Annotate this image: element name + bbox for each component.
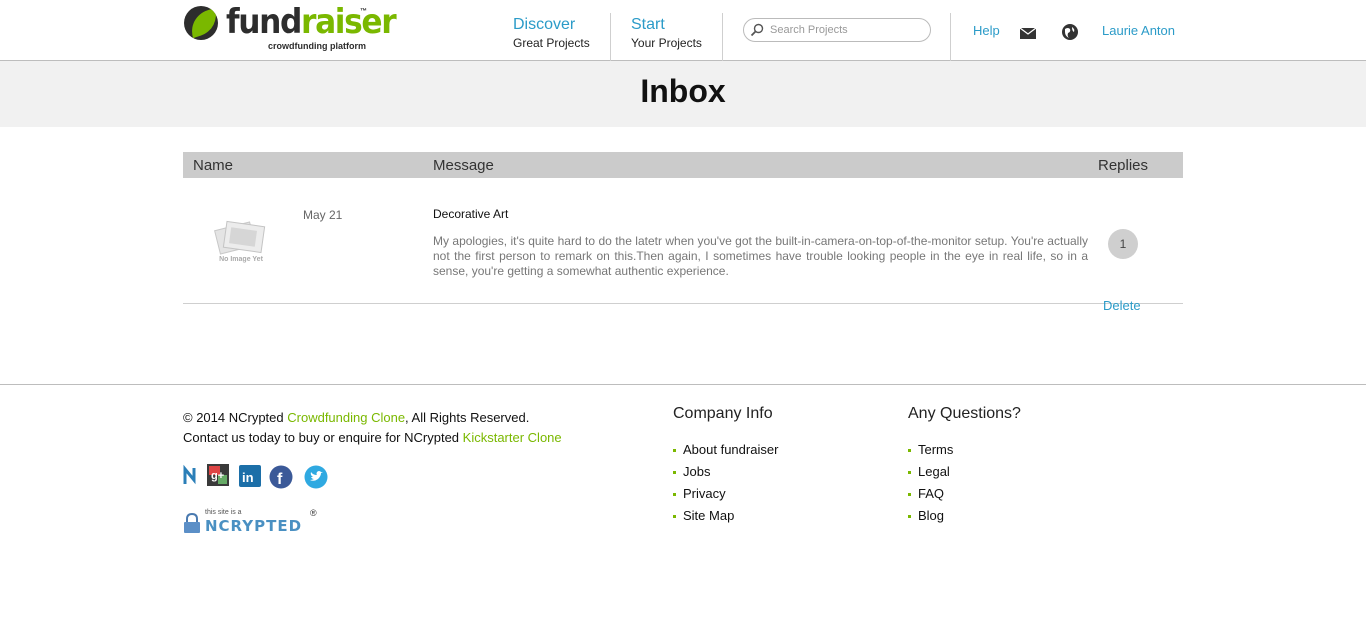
contact-text: Contact us today to buy or enquire for N… [183, 430, 463, 445]
copyright-line: © 2014 NCrypted Crowdfunding Clone, All … [183, 408, 562, 428]
jobs-link[interactable]: Jobs [673, 461, 778, 483]
copyright-suffix: , All Rights Reserved. [405, 410, 530, 425]
contact-line: Contact us today to buy or enquire for N… [183, 428, 562, 448]
questions-links: Terms Legal FAQ Blog [908, 439, 1021, 527]
about-link[interactable]: About fundraiser [673, 439, 778, 461]
registered-mark: ® [310, 508, 317, 518]
message-date: May 21 [303, 208, 343, 222]
inbox-table: Name Message Replies No Image Yet May 21… [183, 152, 1183, 313]
table-row[interactable]: No Image Yet May 21 Decorative Art My ap… [183, 178, 1183, 313]
nav-start-label[interactable]: Start [631, 15, 702, 35]
nav-divider [722, 13, 723, 61]
no-image-label: No Image Yet [219, 256, 263, 263]
fundraiser-logo[interactable]: fundraiser ™ crowdfunding platform [184, 2, 397, 54]
footer-company-info: Company Info About fundraiser Jobs Priva… [673, 405, 778, 527]
blog-link[interactable]: Blog [908, 505, 1021, 527]
faq-link[interactable]: FAQ [908, 483, 1021, 505]
svg-text:g+: g+ [211, 470, 224, 482]
ncrypted-badge[interactable]: this site is a NCRYPTED ® [183, 508, 323, 536]
lock-icon [184, 513, 200, 533]
any-questions-heading: Any Questions? [908, 405, 1021, 422]
message-body: My apologies, it's quite hard to do the … [433, 234, 1088, 278]
page-title: Inbox [640, 73, 726, 109]
kickstarter-clone-link[interactable]: Kickstarter Clone [463, 430, 562, 445]
sender-thumbnail: No Image Yet [211, 218, 271, 270]
logo-trademark: ™ [360, 8, 367, 15]
logo-wordmark: fundraiser [226, 2, 397, 42]
search-input[interactable] [770, 22, 925, 38]
help-link[interactable]: Help [973, 23, 1000, 38]
nav-start[interactable]: Start Your Projects [631, 15, 702, 51]
terms-link[interactable]: Terms [908, 439, 1021, 461]
logo-word-raiser: raiser [301, 2, 397, 42]
crowdfunding-clone-link[interactable]: Crowdfunding Clone [287, 410, 405, 425]
ncrypted-icon[interactable] [183, 464, 207, 488]
logo-word-fund: fund [226, 2, 302, 42]
replies-count-badge: 1 [1108, 229, 1138, 259]
column-header-message: Message [433, 157, 494, 174]
logo-mark-icon [184, 6, 218, 40]
footer-copyright: © 2014 NCrypted Crowdfunding Clone, All … [183, 408, 562, 448]
logo-tagline: crowdfunding platform [268, 41, 366, 51]
nav-divider [610, 13, 611, 61]
ncrypted-wordmark: NCRYPTED [205, 517, 303, 535]
footer-divider [0, 384, 1366, 385]
facebook-icon[interactable]: f [269, 465, 293, 489]
privacy-link[interactable]: Privacy [673, 483, 778, 505]
table-header: Name Message Replies [183, 152, 1183, 178]
ncrypted-small-text: this site is a [205, 509, 242, 516]
message-subject[interactable]: Decorative Art [433, 207, 508, 221]
nav-start-sublabel[interactable]: Your Projects [631, 35, 702, 51]
column-header-name: Name [193, 157, 234, 174]
globe-icon[interactable] [1061, 23, 1079, 41]
company-info-heading: Company Info [673, 405, 773, 422]
copyright-text: © 2014 NCrypted [183, 410, 288, 425]
google-plus-icon[interactable]: g+ [206, 463, 230, 487]
site-header: fundraiser ™ crowdfunding platform Disco… [0, 0, 1366, 61]
nav-discover[interactable]: Discover Great Projects [513, 15, 590, 51]
header-divider [950, 13, 951, 61]
search-icon[interactable] [750, 23, 764, 37]
delete-link[interactable]: Delete [1103, 298, 1141, 313]
svg-text:in: in [242, 470, 254, 485]
mail-icon[interactable] [1019, 25, 1037, 43]
linkedin-icon[interactable]: in [238, 464, 262, 488]
no-image-icon [214, 220, 266, 255]
company-links: About fundraiser Jobs Privacy Site Map [673, 439, 778, 527]
legal-link[interactable]: Legal [908, 461, 1021, 483]
title-band: Inbox [0, 61, 1366, 127]
search-box[interactable] [743, 18, 931, 42]
footer-any-questions: Any Questions? Terms Legal FAQ Blog [908, 405, 1021, 527]
nav-discover-sublabel[interactable]: Great Projects [513, 35, 590, 51]
svg-text:f: f [277, 471, 283, 488]
user-menu-link[interactable]: Laurie Anton [1102, 23, 1175, 38]
column-header-replies: Replies [1098, 157, 1149, 174]
twitter-icon[interactable] [304, 465, 328, 489]
site-map-link[interactable]: Site Map [673, 505, 778, 527]
nav-discover-label[interactable]: Discover [513, 15, 590, 35]
